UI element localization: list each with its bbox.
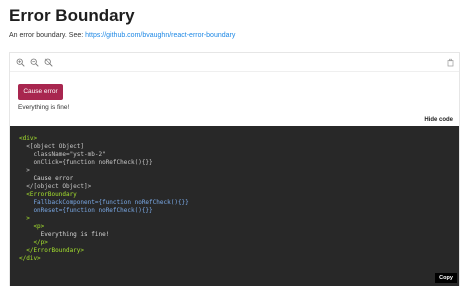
code-line: </p> bbox=[19, 239, 48, 246]
code-line: Cause error bbox=[19, 175, 74, 182]
code-block: <div> <[object Object] className="yst-mb… bbox=[10, 126, 459, 286]
code-line: FallbackComponent={function noRefCheck()… bbox=[19, 199, 189, 206]
description-text: An error boundary. See: bbox=[9, 32, 84, 39]
story-panel: Cause error Everything is fine! Hide cod… bbox=[9, 52, 460, 286]
code-line: <div> bbox=[19, 135, 38, 142]
code-line: </ErrorBoundary> bbox=[19, 247, 85, 254]
zoom-reset-icon[interactable] bbox=[44, 58, 53, 67]
status-text: Everything is fine! bbox=[18, 104, 70, 111]
preview-toolbar bbox=[10, 53, 459, 72]
code-line: className="yst-mb-2" bbox=[19, 151, 106, 158]
page-description: An error boundary. See: https://github.c… bbox=[9, 31, 235, 41]
copy-icon[interactable] bbox=[446, 58, 455, 67]
code-line: Everything is fine! bbox=[19, 231, 110, 238]
story-preview: Cause error Everything is fine! bbox=[10, 72, 459, 127]
hide-code-button[interactable]: Hide code bbox=[422, 116, 455, 124]
code-line: </[object Object]> bbox=[19, 183, 92, 190]
cause-error-button[interactable]: Cause error bbox=[18, 84, 63, 100]
code-line: onReset={function noRefCheck(){}} bbox=[19, 207, 153, 214]
zoom-in-icon[interactable] bbox=[16, 58, 25, 67]
code-line: > bbox=[19, 215, 30, 222]
code-line: > bbox=[19, 167, 30, 174]
code-line: <ErrorBoundary bbox=[19, 191, 77, 198]
description-link[interactable]: https://github.com/bvaughn/react-error-b… bbox=[85, 32, 235, 39]
code-line: <[object Object] bbox=[19, 143, 85, 150]
page-title: Error Boundary bbox=[9, 6, 135, 25]
code-line: </div> bbox=[19, 255, 41, 262]
zoom-out-icon[interactable] bbox=[30, 58, 39, 67]
code-line: onClick={function noRefCheck(){}} bbox=[19, 159, 153, 166]
code-line: <p> bbox=[19, 223, 45, 230]
copy-button[interactable]: Copy bbox=[435, 273, 457, 283]
